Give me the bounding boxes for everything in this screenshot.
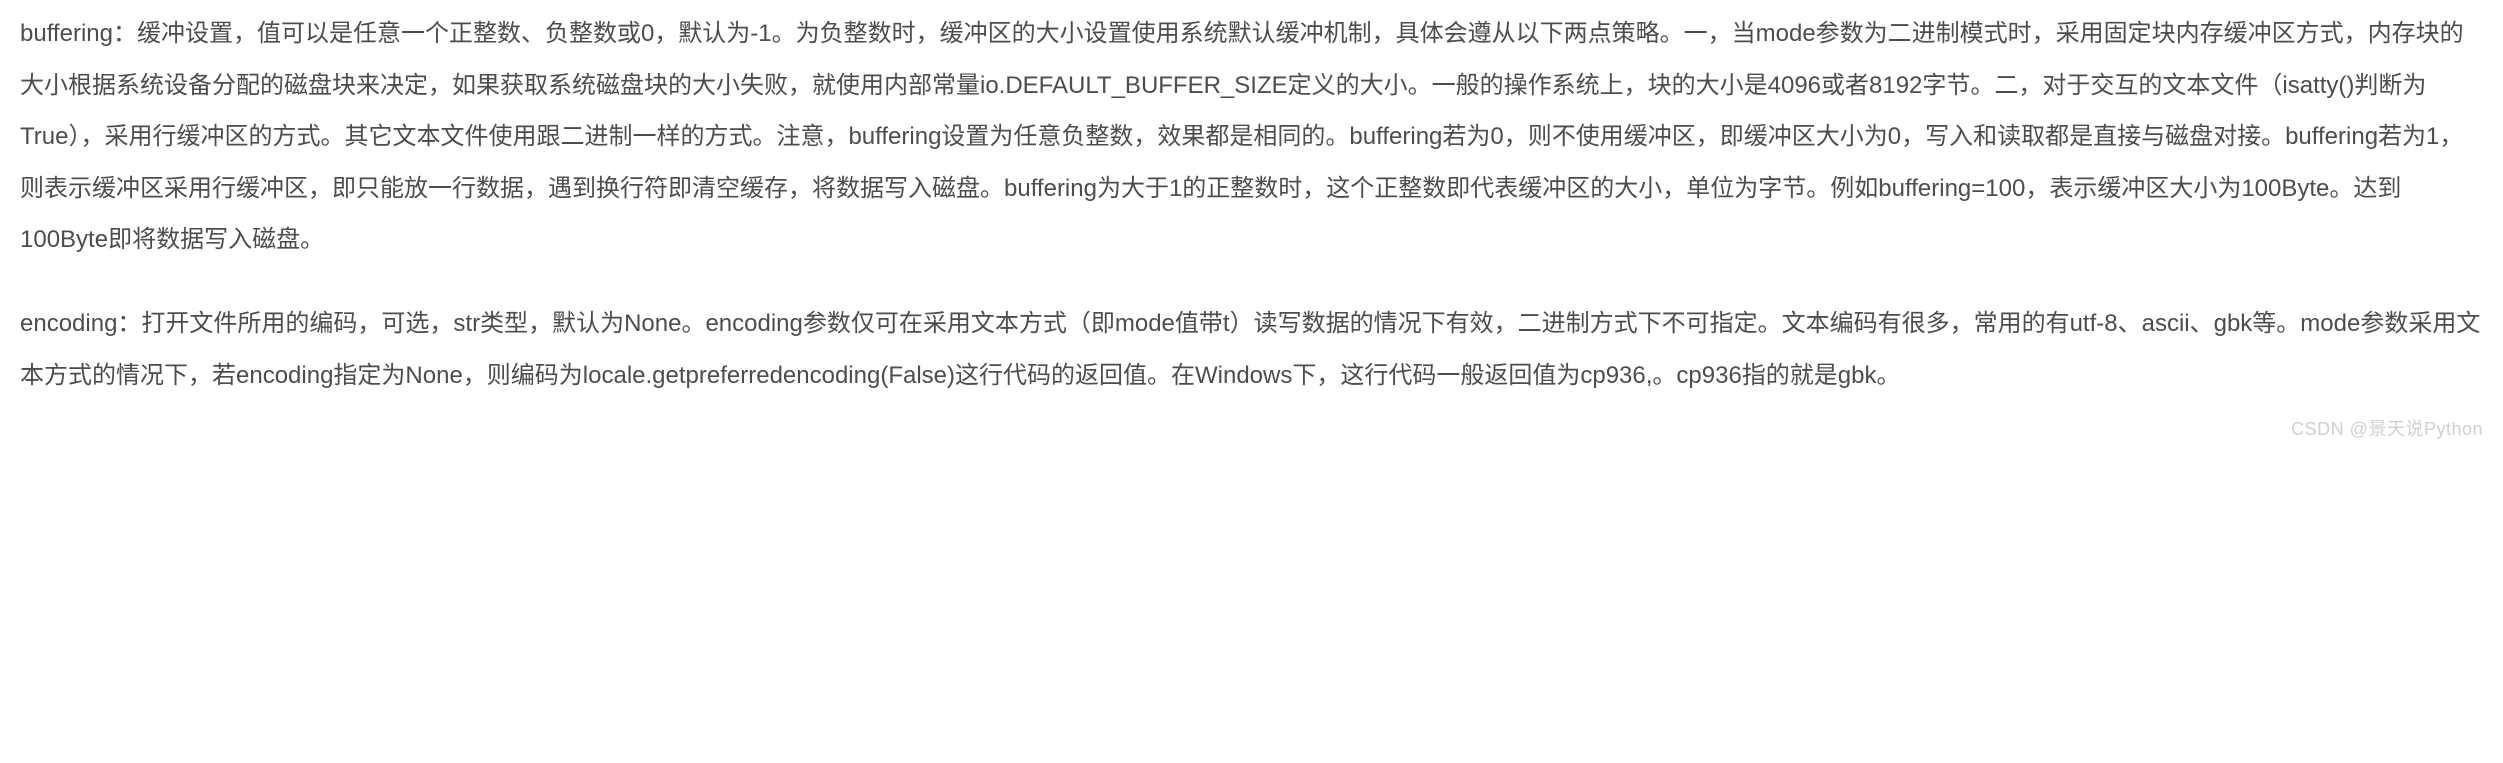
paragraph-buffering: buffering：缓冲设置，值可以是任意一个正整数、负整数或0，默认为-1。为… [20,8,2483,266]
paragraph-encoding: encoding：打开文件所用的编码，可选，str类型，默认为None。enco… [20,298,2483,401]
watermark-text: CSDN @景天说Python [2291,410,2483,449]
